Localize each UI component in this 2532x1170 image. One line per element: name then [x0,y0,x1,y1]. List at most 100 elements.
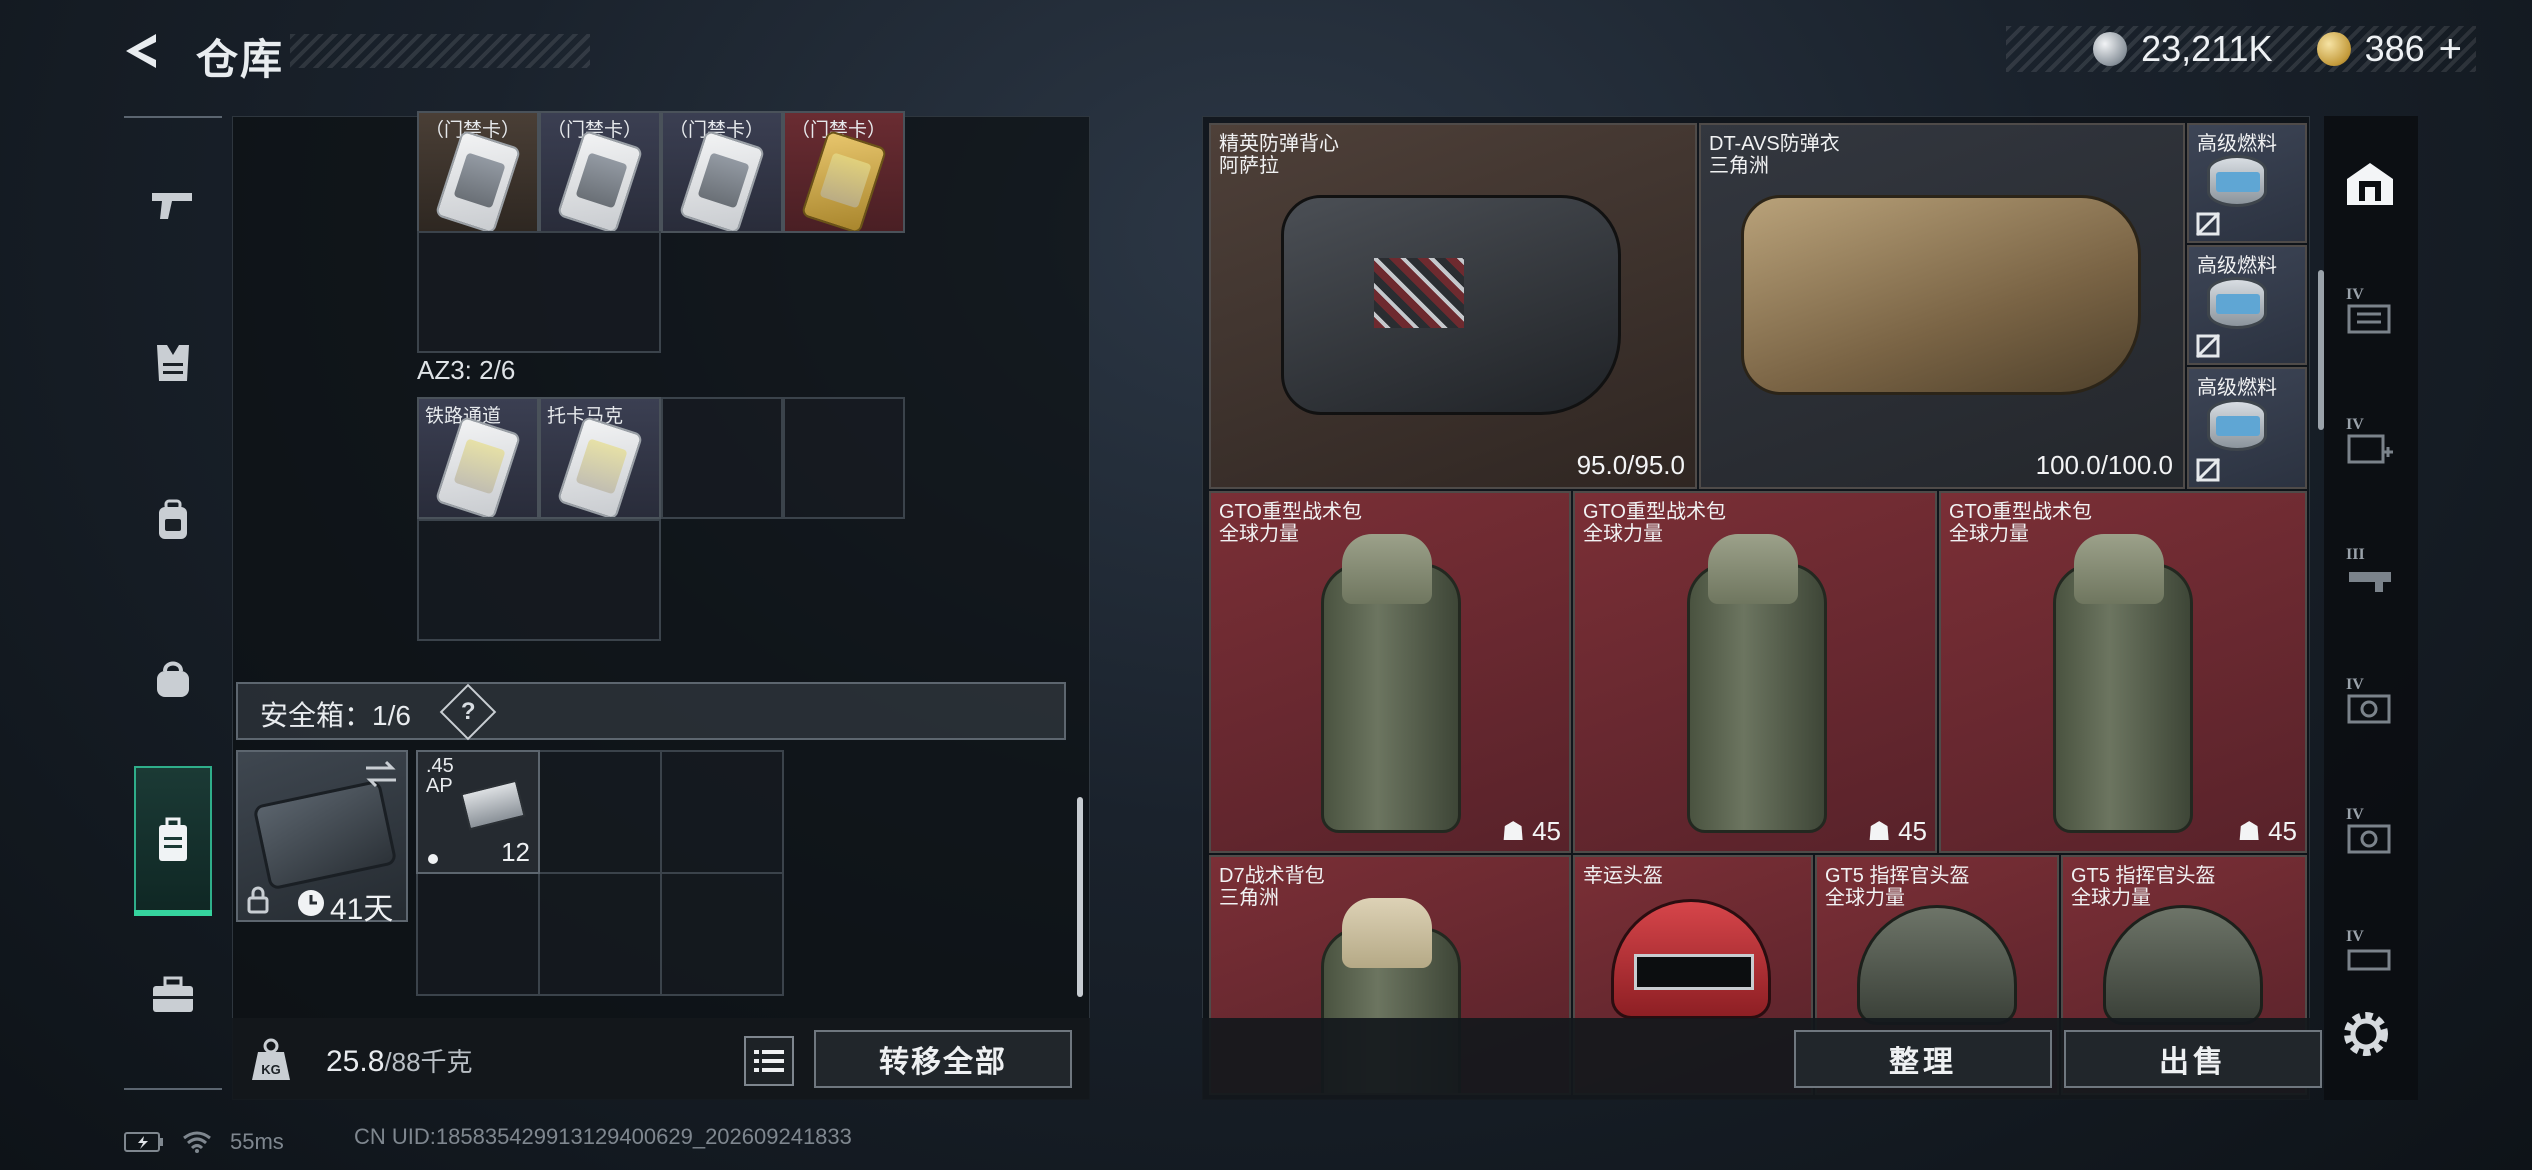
item-origin: 全球力量 [2071,887,2151,909]
safe-box-slot[interactable]: 41天 [236,750,408,926]
item-origin: 阿萨拉 [1219,155,1279,177]
item-origin: 全球力量 [1825,887,1905,909]
bag-icon [157,661,189,697]
armor-icon [157,345,189,381]
back-button[interactable] [118,28,164,74]
keycard-item[interactable]: （门禁卡） [539,111,661,233]
fuel-item[interactable]: 高级燃料 [2187,245,2307,365]
weight-max: /88千克 [384,1047,473,1077]
stash-tier-tab[interactable]: III [2338,546,2402,602]
ammo-count: 12 [501,837,530,867]
stash-panel: 精英防弹背心 阿萨拉 95.0/95.0 DT-AVS防弹衣 三角洲 100.0… [1202,116,2310,1100]
sell-button[interactable]: 出售 [2064,1030,2322,1088]
stash-tier-tab[interactable]: IV [2338,676,2402,732]
organize-button[interactable]: 整理 [1794,1030,2052,1088]
keycard-item[interactable]: 铁路通道 [417,397,539,519]
list-view-button[interactable] [744,1036,794,1086]
keycard-icon [678,129,766,231]
tier-label: IV [2346,806,2364,823]
ammo-dot-icon [428,854,438,864]
stash-tier-tab[interactable]: IV [2338,416,2402,472]
capacity: ☗ 45 [2237,816,2297,846]
vest-item[interactable]: 精英防弹背心 阿萨拉 95.0/95.0 [1209,123,1697,489]
stash-all-tab[interactable] [2338,156,2402,212]
currency-primary: 23,211K [2141,28,2273,69]
stash-home-icon [2347,163,2393,205]
svg-text:KG: KG [261,1062,281,1077]
nav-case[interactable] [134,766,212,916]
stash-tier-tab[interactable]: IV [2338,806,2402,862]
item-name: 幸运头盔 [1583,865,1663,887]
back-arrow-icon [126,34,156,68]
keycard-item[interactable]: （门禁卡） [661,111,783,233]
help-button[interactable]: ? [439,683,497,741]
transfer-all-button[interactable]: 转移全部 [814,1030,1072,1088]
vest-item[interactable]: DT-AVS防弹衣 三角洲 100.0/100.0 [1699,123,2185,489]
keycard-item[interactable]: （门禁卡） [417,111,539,233]
swap-icon[interactable] [364,760,398,788]
tier-label: III [2346,546,2365,563]
settings-gear-icon[interactable] [2340,1008,2392,1060]
nav-backpack[interactable] [134,482,212,560]
safe-case-image [252,779,398,891]
weight-readout: 25.8/88千克 [326,1042,473,1079]
keycard-item[interactable]: 托卡马克 [539,397,661,519]
item-durability: 100.0/100.0 [2035,450,2173,480]
fuel-item[interactable]: 高级燃料 [2187,123,2307,243]
fuel-can-image [2207,399,2267,451]
stash-tier-tab[interactable]: IV [2338,928,2402,984]
item-name: 高级燃料 [2197,255,2277,277]
item-durability: 95.0/95.0 [1576,450,1685,480]
backpack-image [1687,534,1827,833]
nav-weapons[interactable] [134,166,212,244]
ammo-box-image [460,779,526,831]
weight-icon: KG [252,1038,290,1080]
container-label: AZ3: 2/6 [417,355,516,385]
empty-slot[interactable] [783,397,905,519]
nav-armor[interactable] [134,324,212,402]
nav-bag[interactable] [134,640,212,718]
tier-label: IV [2346,416,2364,433]
ammo-item[interactable]: .45 AP 12 [416,750,540,874]
backpack-item[interactable]: GTO重型战术包 全球力量 ☗ 45 [1939,491,2307,853]
fuel-can-image [2207,155,2267,207]
capacity-icon: ☗ [1501,816,1525,846]
inventory-footer: KG 25.8/88千克 转移全部 [232,1018,1090,1100]
capacity: ☗ 45 [1867,816,1927,846]
case-icon [159,817,187,861]
fuel-item[interactable]: 高级燃料 [2187,367,2307,489]
nav-toolbox[interactable] [134,956,212,1034]
empty-slot[interactable] [417,519,661,641]
add-currency-button[interactable]: + [2439,27,2462,72]
user-uid: CN UID:1858354299131294006​29_2026092418… [354,1124,852,1149]
list-icon [754,1050,784,1072]
page-title: 仓库 [196,36,285,83]
keycard-icon [800,129,888,231]
gun-icon [152,193,192,219]
help-icon: ? [460,697,476,725]
tier-label: IV [2346,286,2364,303]
fuel-can-image [2207,277,2267,329]
tier-label: IV [2346,676,2364,693]
backpack-image [1321,534,1461,833]
safe-box-label: 安全箱：1/6 [260,700,411,731]
stash-tier-tab[interactable]: IV [2338,286,2402,342]
empty-slot[interactable] [661,397,783,519]
empty-slot[interactable] [417,231,661,353]
backpack-item[interactable]: GTO重型战术包 全球力量 ☗ 45 [1209,491,1571,853]
keycard-item[interactable]: （门禁卡） [783,111,905,233]
scrollbar[interactable] [1077,797,1083,997]
vest-image [1741,195,2141,395]
backpack-item[interactable]: GTO重型战术包 全球力量 ☗ 45 [1573,491,1937,853]
ping: 55ms [230,1129,284,1154]
stash-footer: 整理 出售 [1202,1018,2322,1100]
keycard-icon [434,129,522,231]
ammo-name: .45 AP [426,755,454,797]
no-insure-icon [2195,211,2221,237]
item-origin: 全球力量 [1949,523,2029,545]
item-origin: 全球力量 [1583,523,1663,545]
no-insure-icon [2195,333,2221,359]
stash-category-nav: IV IV III IV IV IV [2324,116,2418,1100]
helmet-image [2103,905,2263,1025]
no-insure-icon [2195,457,2221,483]
